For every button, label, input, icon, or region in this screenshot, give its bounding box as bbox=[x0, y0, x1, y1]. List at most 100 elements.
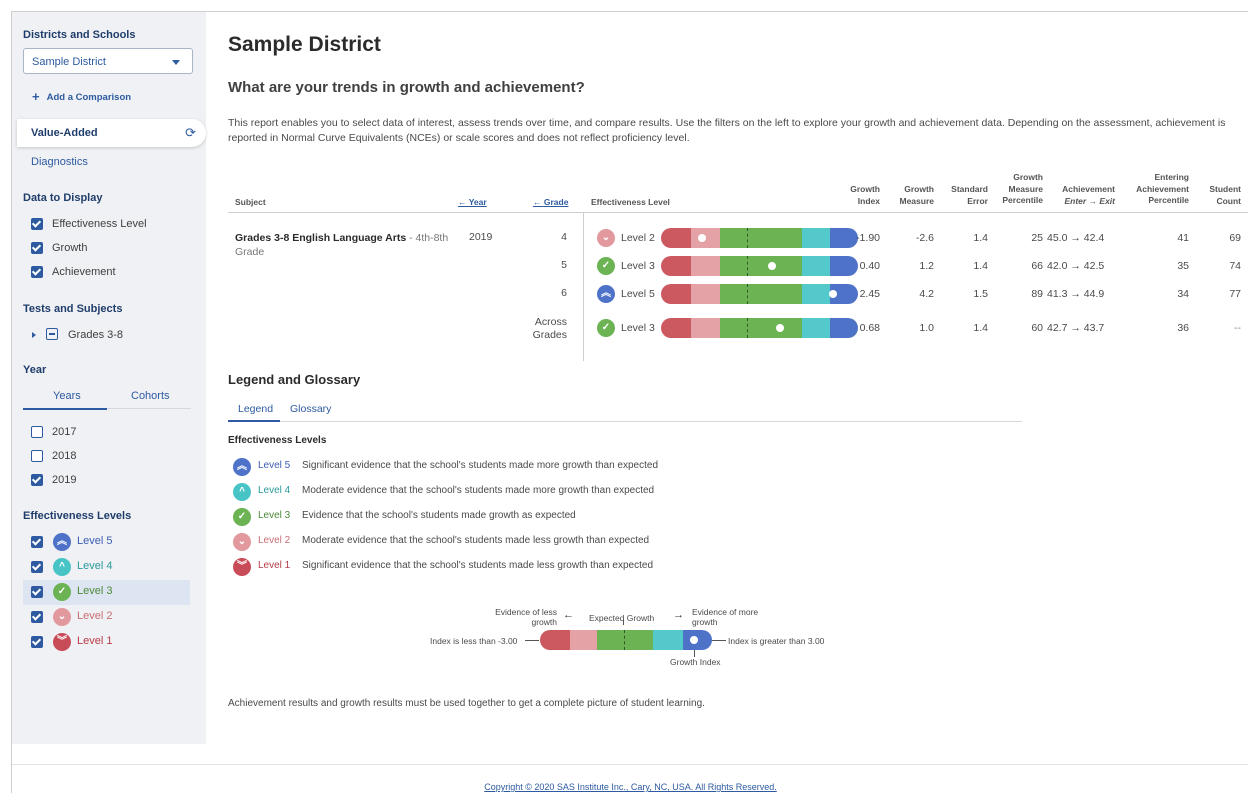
double-chevron-up-icon: ︽ bbox=[53, 533, 71, 551]
tab-value-added[interactable]: Value-Added ⟳ bbox=[17, 119, 206, 147]
gm-percentile-cell: 89 bbox=[1031, 288, 1043, 300]
checkbox-growth[interactable] bbox=[31, 242, 43, 254]
checkbox-level-4[interactable] bbox=[31, 561, 43, 573]
legend-level-label: Level 1 bbox=[258, 560, 291, 571]
bar-segment-level-4 bbox=[802, 284, 830, 304]
header-line: Percentile bbox=[1002, 195, 1043, 205]
header-line: Index bbox=[857, 195, 880, 206]
tab-legend[interactable]: Legend bbox=[238, 403, 273, 415]
checkbox-level-2[interactable] bbox=[31, 611, 43, 623]
bar-segment-level-4 bbox=[802, 256, 830, 276]
growth-index-bar bbox=[661, 228, 858, 248]
copyright-link[interactable]: Copyright © 2020 SAS Institute Inc., Car… bbox=[12, 782, 1248, 792]
checkbox-2017[interactable] bbox=[31, 426, 43, 438]
growth-index-marker bbox=[690, 636, 698, 644]
double-chevron-up-icon: ︽ bbox=[597, 285, 615, 303]
bar-segment-level-2 bbox=[691, 284, 720, 304]
expand-arrow-icon[interactable] bbox=[32, 332, 36, 338]
tab-years[interactable]: Years bbox=[53, 390, 81, 402]
grade-cell: Across Grades bbox=[512, 316, 567, 342]
check-icon: ✓ bbox=[53, 583, 71, 601]
chevron-down-icon: ⌄ bbox=[233, 533, 251, 551]
std-error-cell: 1.4 bbox=[973, 260, 988, 272]
tab-cohorts[interactable]: Cohorts bbox=[131, 390, 170, 402]
growth-index-marker bbox=[767, 262, 776, 270]
year-heading: Year bbox=[23, 364, 47, 376]
achievement-cell: 42.7 → 43.7 bbox=[1047, 322, 1105, 334]
tab-diagnostics[interactable]: Diagnostics bbox=[31, 156, 88, 168]
checkbox-2018[interactable] bbox=[31, 450, 43, 462]
bar-segment-level-3 bbox=[720, 284, 802, 304]
legend-level-desc: Evidence that the school's students made… bbox=[302, 510, 576, 521]
chevron-down-icon: ⌄ bbox=[597, 229, 615, 247]
table-header-divider bbox=[228, 212, 1248, 213]
bar-segment-level-2 bbox=[691, 256, 720, 276]
year-label: 2019 bbox=[52, 474, 77, 486]
subject-range: - 4th-8th bbox=[409, 232, 449, 244]
header-line: Growth bbox=[1013, 172, 1043, 182]
legend-level-desc: Moderate evidence that the school's stud… bbox=[302, 485, 655, 496]
growth-measure-cell: 1.2 bbox=[919, 260, 934, 272]
header-line: Error bbox=[967, 195, 988, 206]
level-label: Level 3 bbox=[621, 322, 655, 334]
checkbox-level-3[interactable] bbox=[31, 586, 43, 598]
checkbox-effectiveness-level[interactable] bbox=[31, 218, 43, 230]
checkbox-level-5[interactable] bbox=[31, 536, 43, 548]
chevron-up-icon: ^ bbox=[53, 558, 71, 576]
growth-index-bar bbox=[661, 256, 858, 276]
district-select[interactable]: Sample District bbox=[23, 48, 193, 74]
checkbox-achievement[interactable] bbox=[31, 266, 43, 278]
std-error-cell: 1.4 bbox=[973, 322, 988, 334]
grade-line: Grades bbox=[532, 329, 567, 341]
col-header-grade[interactable]: ← Grade bbox=[533, 197, 568, 207]
subject-range-2: Grade bbox=[235, 246, 265, 258]
growth-measure-cell: 1.0 bbox=[919, 322, 934, 334]
year-cell: 2019 bbox=[469, 231, 493, 243]
bar-segment-level-1 bbox=[661, 318, 691, 338]
checkbox-level-1[interactable] bbox=[31, 636, 43, 648]
key-line: growth bbox=[531, 617, 557, 627]
achievement-cell: 42.0 → 42.5 bbox=[1047, 260, 1105, 272]
year-label: 2017 bbox=[52, 426, 77, 438]
check-icon: ✓ bbox=[597, 319, 615, 337]
page-title: Sample District bbox=[228, 33, 381, 56]
std-error-cell: 1.5 bbox=[973, 288, 988, 300]
data-item-label: Growth bbox=[52, 242, 88, 254]
data-item-label: Achievement bbox=[52, 266, 116, 278]
grade-line: Across bbox=[534, 316, 567, 328]
data-item-label: Effectiveness Level bbox=[52, 218, 147, 230]
check-icon: ✓ bbox=[597, 257, 615, 275]
footer-divider bbox=[12, 764, 1248, 765]
grade-cell: 4 bbox=[561, 231, 567, 243]
student-count-cell: 69 bbox=[1229, 232, 1241, 244]
add-comparison-button[interactable]: + Add a Comparison bbox=[32, 88, 131, 104]
entering-percentile-cell: 34 bbox=[1177, 288, 1189, 300]
arrow-left-icon: ← bbox=[563, 609, 574, 621]
bar-segment-level-4 bbox=[802, 318, 830, 338]
key-line: Evidence of less bbox=[495, 607, 557, 617]
key-line: growth bbox=[692, 617, 718, 627]
header-line: Standard bbox=[951, 184, 988, 194]
refresh-icon[interactable]: ⟳ bbox=[185, 125, 196, 141]
expected-growth-line bbox=[747, 318, 748, 338]
tab-glossary[interactable]: Glossary bbox=[290, 403, 331, 415]
legend-level-desc: Significant evidence that the school's s… bbox=[302, 460, 659, 471]
partial-checkbox[interactable] bbox=[46, 328, 58, 340]
col-header-achievement: Achievement Enter → Exit bbox=[1042, 184, 1115, 207]
level-label: Level 3 bbox=[621, 260, 655, 272]
level-5-label: Level 5 bbox=[77, 535, 113, 547]
header-line: Growth bbox=[904, 184, 934, 194]
expected-growth-line bbox=[747, 228, 748, 248]
grade-cell: 6 bbox=[561, 287, 567, 299]
growth-index-bar bbox=[661, 284, 858, 304]
col-header-year[interactable]: ← Year bbox=[458, 197, 487, 207]
bar-segment-level-1 bbox=[661, 228, 691, 248]
app-frame: Districts and Schools Sample District + A… bbox=[11, 11, 1248, 793]
checkbox-2019[interactable] bbox=[31, 474, 43, 486]
growth-index-bar bbox=[661, 318, 858, 338]
effectiveness-levels-heading: Effectiveness Levels bbox=[228, 435, 327, 446]
level-label: Level 5 bbox=[621, 288, 655, 300]
page-subtitle: What are your trends in growth and achie… bbox=[228, 79, 585, 96]
key-growth-index: Growth Index bbox=[670, 657, 721, 667]
student-count-cell: 77 bbox=[1229, 288, 1241, 300]
